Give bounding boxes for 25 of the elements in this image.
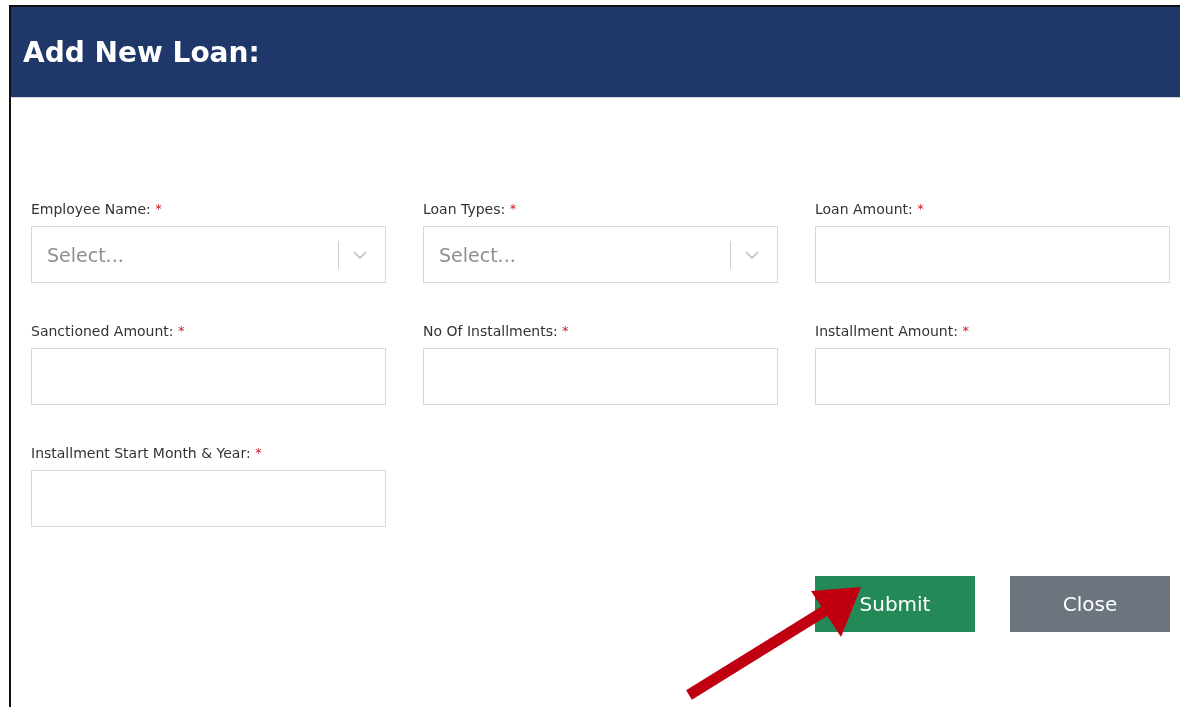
- field-label: Loan Types:: [423, 201, 506, 217]
- input-field[interactable]: [31, 348, 386, 405]
- chevron-down-icon: [353, 250, 367, 259]
- required-asterisk: *: [917, 201, 924, 216]
- required-asterisk: *: [509, 201, 517, 216]
- field-label: Loan Amount:: [815, 201, 913, 217]
- chevron-down-icon: [745, 250, 759, 259]
- field-label: Installment Amount:: [815, 323, 958, 339]
- required-asterisk: *: [562, 323, 569, 338]
- select-dropdown[interactable]: Select...: [31, 226, 386, 283]
- input-field[interactable]: [815, 226, 1170, 283]
- input-field[interactable]: [423, 348, 778, 405]
- field-label: Employee Name:: [31, 201, 151, 217]
- required-asterisk: *: [962, 323, 969, 338]
- field-label: No Of Installments:: [423, 323, 558, 339]
- input-field[interactable]: [815, 348, 1170, 405]
- required-asterisk: *: [255, 445, 262, 460]
- close-button[interactable]: Close: [1010, 576, 1170, 632]
- field-label: Sanctioned Amount:: [31, 323, 174, 339]
- dialog-title: Add New Loan:: [23, 35, 260, 69]
- select-dropdown[interactable]: Select...: [423, 226, 778, 283]
- field-label: Installment Start Month & Year:: [31, 445, 251, 461]
- required-asterisk: *: [178, 323, 185, 338]
- required-asterisk: *: [155, 201, 162, 216]
- input-field[interactable]: [31, 470, 386, 527]
